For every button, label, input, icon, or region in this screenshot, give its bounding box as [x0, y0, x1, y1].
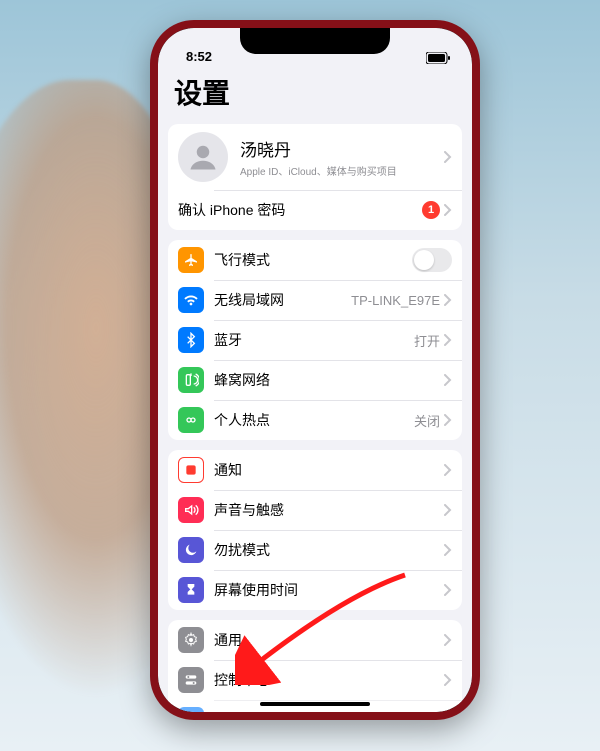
- cellular-label: 蜂窝网络: [214, 370, 444, 390]
- screentime-label: 屏幕使用时间: [214, 580, 444, 600]
- chevron-right-icon: [444, 544, 452, 556]
- dnd-row[interactable]: 勿扰模式: [168, 530, 462, 570]
- notifications-row[interactable]: 通知: [168, 450, 462, 490]
- chevron-right-icon: [444, 674, 452, 686]
- avatar-icon: [178, 132, 228, 182]
- apple-id-row[interactable]: 汤晓丹 Apple ID、iCloud、媒体与购买项目: [168, 124, 462, 190]
- bluetooth-row[interactable]: 蓝牙 打开: [168, 320, 462, 360]
- screentime-row[interactable]: 屏幕使用时间: [168, 570, 462, 610]
- iphone-frame: 8:52 设置 汤晓丹 A: [150, 20, 480, 720]
- chevron-right-icon: [444, 204, 452, 216]
- general-row[interactable]: 通用: [168, 620, 462, 660]
- profile-name: 汤晓丹: [240, 136, 444, 161]
- chevron-right-icon: [444, 464, 452, 476]
- wifi-row[interactable]: 无线局域网 TP-LINK_E97E: [168, 280, 462, 320]
- airplane-mode-label: 飞行模式: [214, 250, 412, 270]
- chevron-right-icon: [444, 584, 452, 596]
- chevron-right-icon: [444, 294, 452, 306]
- notifications-label: 通知: [214, 460, 444, 480]
- status-time: 8:52: [186, 49, 212, 64]
- verify-passcode-label: 确认 iPhone 密码: [178, 200, 422, 220]
- notification-badge: 1: [422, 201, 440, 219]
- control-center-label: 控制中心: [214, 670, 444, 690]
- chevron-right-icon: [444, 414, 452, 426]
- general-group: 通用 控制中心 A 显示与亮度: [168, 620, 462, 712]
- chevron-right-icon: [444, 374, 452, 386]
- control-center-row[interactable]: 控制中心: [168, 660, 462, 700]
- hotspot-icon: [178, 407, 204, 433]
- moon-icon: [178, 537, 204, 563]
- bluetooth-label: 蓝牙: [214, 330, 414, 350]
- bluetooth-icon: [178, 327, 204, 353]
- battery-icon: [426, 52, 450, 64]
- cellular-row[interactable]: 蜂窝网络: [168, 360, 462, 400]
- screen: 8:52 设置 汤晓丹 A: [158, 28, 472, 712]
- hotspot-label: 个人热点: [214, 410, 414, 430]
- page-title: 设置: [158, 66, 472, 120]
- hotspot-row[interactable]: 个人热点 关闭: [168, 400, 462, 440]
- notch: [240, 28, 390, 54]
- gear-icon: [178, 627, 204, 653]
- bluetooth-detail: 打开: [414, 331, 440, 350]
- sounds-label: 声音与触感: [214, 500, 444, 520]
- wifi-settings-icon: [178, 287, 204, 313]
- chevron-right-icon: [444, 504, 452, 516]
- network-group: 飞行模式 无线局域网 TP-LINK_E97E 蓝牙 打开: [168, 240, 462, 440]
- sounds-icon: [178, 497, 204, 523]
- airplane-icon: [178, 247, 204, 273]
- display-icon: A: [178, 707, 204, 712]
- notifications-group: 通知 声音与触感 勿扰模式 屏幕使用时间: [168, 450, 462, 610]
- wifi-label: 无线局域网: [214, 290, 351, 310]
- chevron-right-icon: [444, 634, 452, 646]
- display-brightness-label: 显示与亮度: [214, 710, 444, 712]
- sounds-row[interactable]: 声音与触感: [168, 490, 462, 530]
- profile-group: 汤晓丹 Apple ID、iCloud、媒体与购买项目 确认 iPhone 密码…: [168, 124, 462, 230]
- wifi-detail: TP-LINK_E97E: [351, 293, 440, 308]
- verify-passcode-row[interactable]: 确认 iPhone 密码 1: [168, 190, 462, 230]
- dnd-label: 勿扰模式: [214, 540, 444, 560]
- chevron-right-icon: [444, 334, 452, 346]
- airplane-mode-toggle[interactable]: [412, 248, 452, 272]
- cellular-icon: [178, 367, 204, 393]
- toggles-icon: [178, 667, 204, 693]
- hourglass-icon: [178, 577, 204, 603]
- hotspot-detail: 关闭: [414, 411, 440, 430]
- profile-subtitle: Apple ID、iCloud、媒体与购买项目: [240, 163, 444, 178]
- airplane-mode-row[interactable]: 飞行模式: [168, 240, 462, 280]
- home-indicator[interactable]: [260, 702, 370, 706]
- general-label: 通用: [214, 630, 444, 650]
- notifications-icon: [178, 457, 204, 483]
- chevron-right-icon: [444, 151, 452, 163]
